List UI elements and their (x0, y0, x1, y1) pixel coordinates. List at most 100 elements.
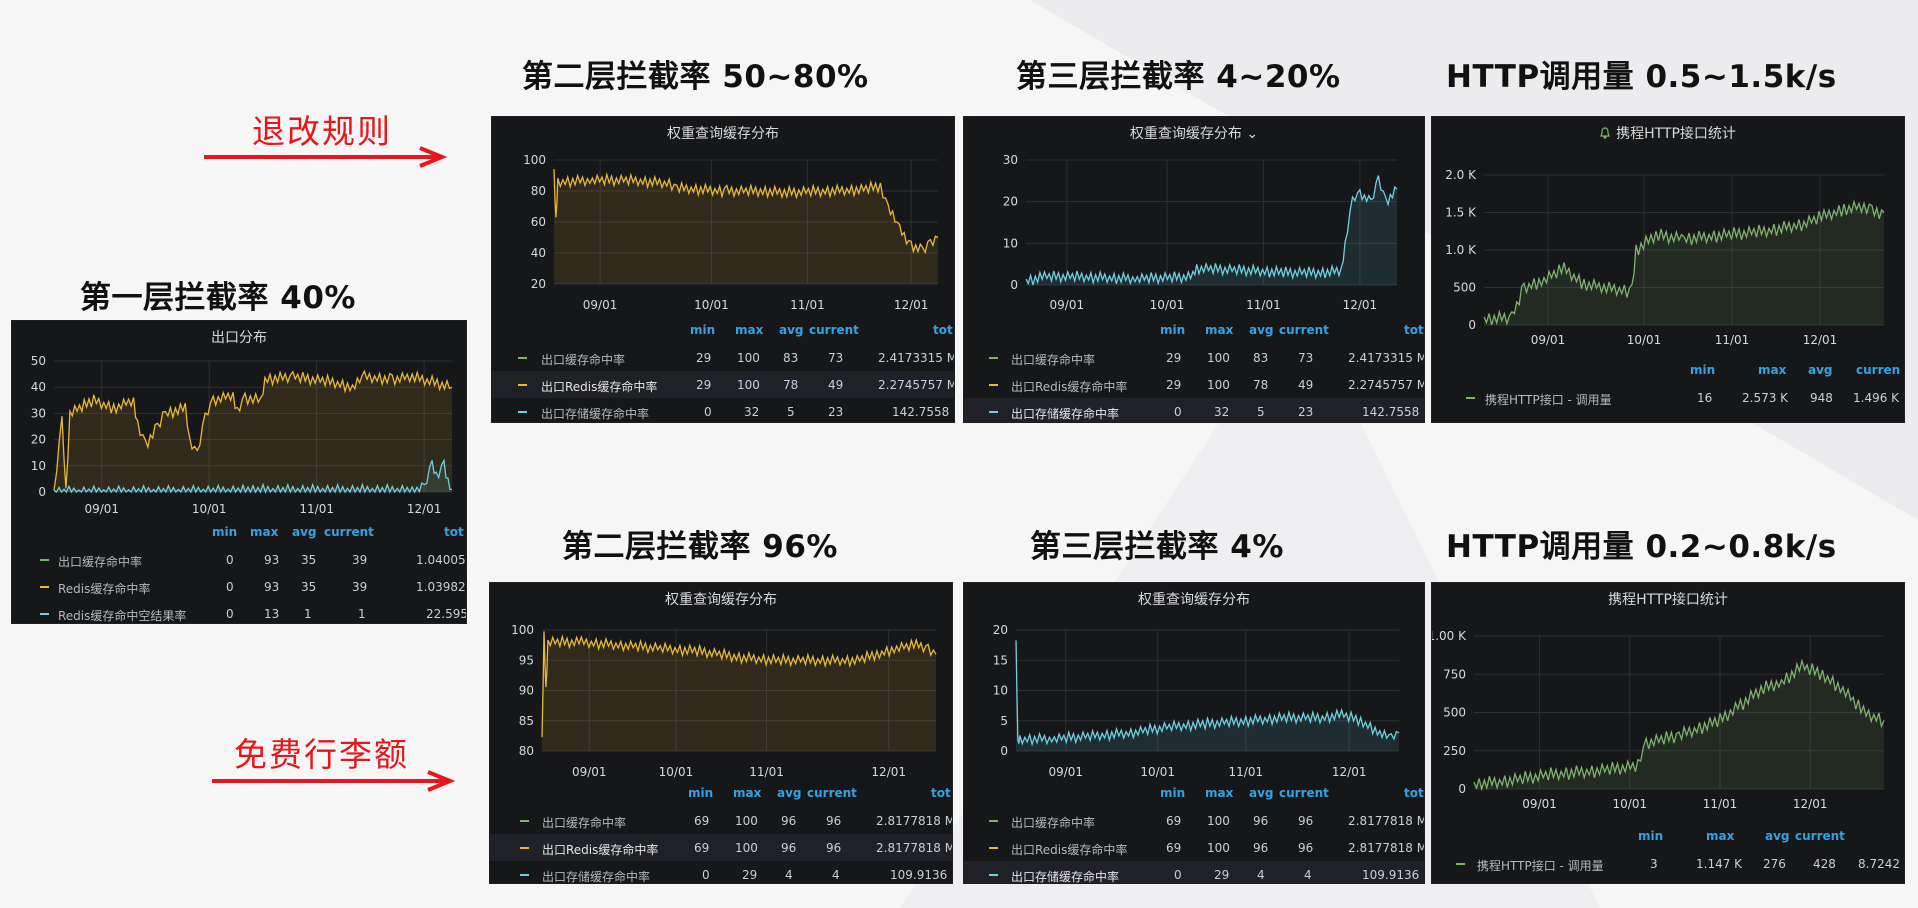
legend-swatch (40, 586, 49, 588)
legend-row[interactable]: 出口Redis缓存命中率 69 100 96 96 2.8177818 M (490, 834, 952, 861)
legend-header-avg[interactable]: avg (1249, 786, 1274, 800)
panel-title[interactable]: 权重查询缓存分布 (492, 123, 954, 143)
legend-total: 2.8177818 M (1348, 841, 1425, 855)
legend-series-name[interactable]: 出口缓存命中率 (541, 351, 625, 368)
legend-row[interactable]: Redis缓存命中空结果率 0 13 1 1 22.5955 (12, 600, 466, 623)
legend-header-avg[interactable]: avg (1808, 363, 1833, 377)
legend-row[interactable]: 出口Redis缓存命中率 29 100 78 49 2.2745757 M (492, 371, 954, 398)
legend-series-name[interactable]: 出口存储缓存命中率 (1011, 868, 1119, 883)
legend-series-name[interactable]: 携程HTTP接口 - 调用量 (1477, 857, 1604, 874)
arrow-right-icon (204, 146, 448, 168)
legend-max: 100 (737, 351, 760, 365)
legend-header-min[interactable]: min (1160, 323, 1185, 337)
panel-exit-distribution[interactable]: 出口分布 50 40 30 20 10 0 09/01 10/01 11/01 12/01 min… (11, 320, 467, 624)
legend-row[interactable]: 出口存储缓存命中率 0 29 4 4 109.9136 (964, 861, 1424, 883)
legend-header-max[interactable]: max (1205, 786, 1233, 800)
legend-series-name[interactable]: 出口缓存命中率 (1011, 351, 1095, 368)
legend-header-total[interactable]: tot (933, 323, 953, 337)
panel-weight-cache-top[interactable]: 权重查询缓存分布 100 80 60 40 20 09/01 10/01 11/01 12/01… (491, 116, 955, 423)
panel-title[interactable]: 权重查询缓存分布 ⌄ (964, 123, 1424, 143)
legend-avg: 4 (785, 868, 793, 882)
legend-row[interactable]: Redis缓存命中率 0 93 35 39 1.0398280 M (12, 573, 466, 600)
legend-row[interactable]: 出口缓存命中率 29 100 83 73 2.4173315 M (964, 344, 1424, 371)
legend-series-name[interactable]: 出口Redis缓存命中率 (541, 378, 657, 395)
panel-title[interactable]: 携程HTTP接口统计 (1432, 589, 1904, 609)
legend-row[interactable]: 出口缓存命中率 29 100 83 73 2.4173315 M (492, 344, 954, 371)
legend-header-total[interactable]: tot (444, 525, 464, 539)
legend-header-avg[interactable]: avg (1765, 829, 1790, 843)
legend-series-name[interactable]: 出口Redis缓存命中率 (542, 841, 658, 858)
legend-series-name[interactable]: 出口Redis缓存命中率 (1011, 378, 1127, 395)
panel-title[interactable]: 出口分布 (12, 327, 466, 347)
legend-header-max[interactable]: max (1758, 363, 1786, 377)
legend-series-name[interactable]: 出口缓存命中率 (1011, 814, 1095, 831)
legend-header-max[interactable]: max (735, 323, 763, 337)
legend-row[interactable]: 出口Redis缓存命中率 29 100 78 49 2.2745757 M (964, 371, 1424, 398)
legend-series-name[interactable]: 出口存储缓存命中率 (1011, 405, 1119, 422)
legend-header-current[interactable]: current (807, 786, 857, 800)
legend-series-name[interactable]: 出口缓存命中率 (542, 814, 626, 831)
legend-row[interactable]: 出口缓存命中率 69 100 96 96 2.8177818 M (490, 807, 952, 834)
legend-header-avg[interactable]: avg (292, 525, 317, 539)
legend-max: 29 (1214, 868, 1230, 882)
panel-weight-cache-bottom-right[interactable]: 权重查询缓存分布 20 15 10 5 0 09/01 10/01 11/01 12/01 mi… (963, 582, 1425, 884)
legend-series-name[interactable]: 出口存储缓存命中率 (542, 868, 650, 883)
legend-series-name[interactable]: Redis缓存命中率 (58, 580, 150, 597)
legend-row[interactable]: 出口缓存命中率 69 100 96 96 2.8177818 M (964, 807, 1424, 834)
legend-series-name[interactable]: 出口存储缓存命中率 (541, 405, 649, 422)
panel-title[interactable]: 权重查询缓存分布 (964, 589, 1424, 609)
legend-header-current[interactable]: curren (1856, 363, 1900, 377)
panel-weight-cache-top-right[interactable]: 权重查询缓存分布 ⌄ 30 20 10 0 09/01 10/01 11/01 12/01 m… (963, 116, 1425, 423)
legend-avg: 83 (783, 351, 799, 365)
legend-header-current[interactable]: current (1795, 829, 1845, 843)
legend-header-current[interactable]: current (324, 525, 374, 539)
legend-current: 49 (828, 378, 844, 392)
legend-header-avg[interactable]: avg (779, 323, 804, 337)
legend-header-min[interactable]: min (1638, 829, 1663, 843)
legend-header-current[interactable]: current (1279, 786, 1329, 800)
legend-min: 0 (1174, 868, 1182, 882)
legend-header-max[interactable]: max (1205, 323, 1233, 337)
legend-total: 8.7242 (1858, 857, 1900, 871)
legend-header-total[interactable]: tot (1404, 786, 1424, 800)
legend-header-avg[interactable]: avg (777, 786, 802, 800)
legend-row[interactable]: 出口存储缓存命中率 0 32 5 23 142.7558 (964, 398, 1424, 422)
x-tick-label: 12/01 (1793, 797, 1828, 811)
legend-header-total[interactable]: tot (931, 786, 951, 800)
legend-current: 4 (1304, 868, 1312, 882)
panel-http-stats-top[interactable]: 携程HTTP接口统计 2.0 K 1.5 K 1.0 K 500 0 09/01 10/01… (1431, 116, 1905, 423)
legend-row[interactable]: 携程HTTP接口 - 调用量 16 2.573 K 948 1.496 K (1432, 384, 1904, 411)
legend-series-name[interactable]: 携程HTTP接口 - 调用量 (1485, 391, 1612, 408)
legend-min: 0 (226, 580, 234, 594)
legend-row[interactable]: 出口缓存命中率 0 93 35 39 1.0400595 M (12, 546, 466, 573)
panel-http-stats-bottom[interactable]: 携程HTTP接口统计 1.00 K 750 500 250 0 09/01 10/01 11/… (1431, 582, 1905, 884)
panel-weight-cache-bottom[interactable]: 权重查询缓存分布 100 95 90 85 80 09/01 10/01 11/01 12/01… (489, 582, 953, 884)
heading-top-layer3: 第三层拦截率 4~20% (1016, 59, 1341, 95)
x-tick-label: 11/01 (1715, 333, 1750, 347)
legend-series-name[interactable]: 出口Redis缓存命中率 (1011, 841, 1127, 858)
legend-header-current[interactable]: current (1279, 323, 1329, 337)
series-area (1484, 201, 1884, 325)
legend-header-min[interactable]: min (690, 323, 715, 337)
legend-header-min[interactable]: min (1160, 786, 1185, 800)
legend-max: 93 (264, 580, 280, 594)
legend-header-total[interactable]: tot (1404, 323, 1424, 337)
legend-row[interactable]: 出口存储缓存命中率 0 32 5 23 142.7558 (492, 398, 954, 422)
legend-series-name[interactable]: Redis缓存命中空结果率 (58, 607, 186, 623)
legend-row[interactable]: 出口存储缓存命中率 0 29 4 4 109.9136 (490, 861, 952, 883)
legend-row[interactable]: 携程HTTP接口 - 调用量 3 1.147 K 276 428 8.7242 (1432, 850, 1904, 877)
legend-header-max[interactable]: max (733, 786, 761, 800)
legend-header-max[interactable]: max (250, 525, 278, 539)
legend-header-min[interactable]: min (212, 525, 237, 539)
legend-header-max[interactable]: max (1706, 829, 1734, 843)
panel-title[interactable]: 权重查询缓存分布 (490, 589, 952, 609)
legend-series-name[interactable]: 出口缓存命中率 (58, 553, 142, 570)
legend-header-current[interactable]: current (809, 323, 859, 337)
legend-row[interactable]: 出口Redis缓存命中率 69 100 96 96 2.8177818 M (964, 834, 1424, 861)
legend: min max avg current tot 出口缓存命中率 29 100 83 73 2.41… (492, 317, 954, 422)
legend-header-min[interactable]: min (1690, 363, 1715, 377)
legend-header-min[interactable]: min (688, 786, 713, 800)
legend: min max avg current tot 出口缓存命中率 69 100 96 96 2.81… (964, 780, 1424, 883)
panel-title[interactable]: 携程HTTP接口统计 (1432, 123, 1904, 143)
legend-header-avg[interactable]: avg (1249, 323, 1274, 337)
